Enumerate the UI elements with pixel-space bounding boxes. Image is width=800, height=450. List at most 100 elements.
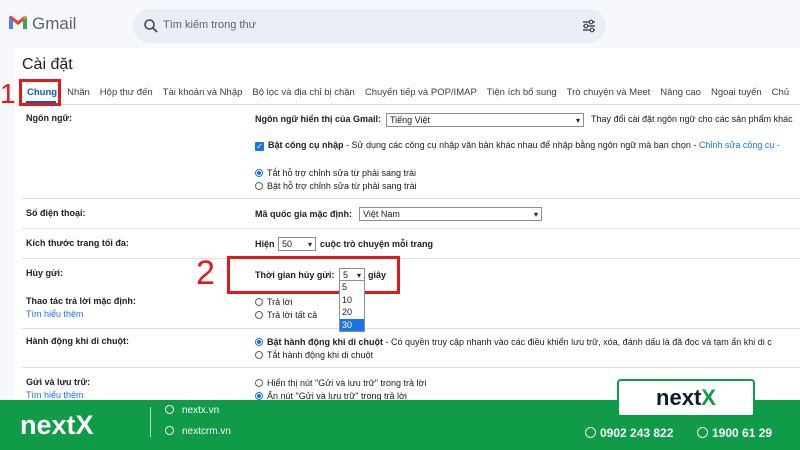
hover-enable-label: Bật hành động khi di chuột xyxy=(267,337,383,347)
send-archive-label: Gửi và lưu trữ: xyxy=(26,377,91,387)
display-language-value: Tiếng Việt xyxy=(390,115,431,125)
send-archive-show-radio[interactable] xyxy=(255,379,263,387)
tab-offline[interactable]: Ngoại tuyến xyxy=(706,84,767,102)
tab-themes[interactable]: Chủ xyxy=(767,84,794,102)
website-1[interactable]: nextx.vn xyxy=(165,405,219,416)
hover-disable-row[interactable]: Tắt hành động khi di chuột xyxy=(255,350,373,360)
chevron-down-icon: ▾ xyxy=(307,240,312,249)
rtl-off-radio[interactable] xyxy=(255,169,263,177)
support-icon xyxy=(697,427,708,438)
rtl-on-radio[interactable] xyxy=(255,182,263,190)
settings-tabs: Chung Nhãn Hộp thư đến Tài khoản và Nhập… xyxy=(22,84,794,102)
tab-advanced[interactable]: Nâng cao xyxy=(655,84,706,102)
tab-filters[interactable]: Bộ lọc và địa chỉ bị chặn xyxy=(247,84,359,102)
reply-all-label: Trả lời tất cả xyxy=(267,310,318,320)
dropdown-option[interactable]: 20 xyxy=(340,306,364,319)
phone-icon xyxy=(585,427,596,438)
website-2[interactable]: nextcrm.vn xyxy=(165,426,231,437)
tab-addons[interactable]: Tiện ích bổ sung xyxy=(482,84,562,102)
reply-radio[interactable] xyxy=(255,298,263,306)
tab-chat-meet[interactable]: Trò chuyện và Meet xyxy=(562,84,656,102)
input-tools-desc: - Sử dụng các công cụ nhập văn bản khác … xyxy=(343,140,699,150)
reply-default-label: Thao tác trả lời mặc định: xyxy=(26,296,136,306)
divider xyxy=(22,258,800,259)
logo-text-x: X xyxy=(701,385,716,410)
hover-enable-row[interactable]: Bật hành động khi di chuột - Có quyền tr… xyxy=(255,337,772,347)
undo-send-label: Hủy gửi: xyxy=(26,268,64,278)
tab-labels[interactable]: Nhãn xyxy=(62,84,95,102)
display-language-select[interactable]: Tiếng Việt ▾ xyxy=(386,113,584,127)
send-archive-hide-radio[interactable] xyxy=(255,392,263,400)
footer-brand: nextX xyxy=(20,410,94,440)
reply-label: Trả lời xyxy=(267,297,293,307)
page-size-label: Kích thước trang tối đa: xyxy=(26,238,129,248)
search-input[interactable]: Tìm kiếm trong thư xyxy=(163,19,256,31)
annotation-box-1 xyxy=(19,79,61,106)
divider xyxy=(22,328,800,329)
phone-1-text: 0902 243 822 xyxy=(600,426,674,440)
globe-icon xyxy=(165,426,174,435)
tab-inbox[interactable]: Hộp thư đến xyxy=(95,84,158,102)
chevron-down-icon: ▾ xyxy=(575,116,580,125)
hover-disable-radio[interactable] xyxy=(255,351,263,359)
annotation-number-1: 1 xyxy=(0,78,16,109)
hover-enable-radio[interactable] xyxy=(255,338,263,346)
search-icon[interactable] xyxy=(143,18,159,34)
page-title: Cài đặt xyxy=(22,56,73,73)
phone-1[interactable]: 0902 243 822 xyxy=(585,426,673,440)
country-code-value: Việt Nam xyxy=(363,209,400,219)
display-language-label: Ngôn ngữ hiển thị của Gmail: xyxy=(255,114,382,124)
country-code-label: Mã quốc gia mặc định: xyxy=(255,209,353,219)
phone-label: Số điện thoại: xyxy=(26,208,86,218)
divider xyxy=(22,198,800,199)
send-archive-show-label: Hiển thị nút "Gửi và lưu trữ" trong trả … xyxy=(267,378,427,388)
page-size-value: 50 xyxy=(282,239,293,249)
language-label: Ngôn ngữ: xyxy=(26,113,73,123)
logo-text-next: next xyxy=(656,385,702,410)
rtl-on-row[interactable]: Bật hỗ trợ chỉnh sửa từ phải sang trái xyxy=(255,181,417,191)
send-archive-show-row[interactable]: Hiển thị nút "Gửi và lưu trữ" trong trả … xyxy=(255,378,426,388)
website-1-text: nextx.vn xyxy=(182,405,220,416)
phone-2-text: 1900 61 29 xyxy=(712,426,773,440)
rtl-off-label: Tắt hỗ trợ chỉnh sửa từ phải sang trái xyxy=(267,168,417,178)
search-options-icon[interactable] xyxy=(581,18,597,34)
chevron-down-icon: ▾ xyxy=(533,210,538,219)
annotation-number-2: 2 xyxy=(196,254,215,292)
country-code-select[interactable]: Việt Nam ▾ xyxy=(359,207,542,221)
tab-forwarding[interactable]: Chuyển tiếp và POP/IMAP xyxy=(360,84,482,102)
reply-learn-more-link[interactable]: Tìm hiểu thêm xyxy=(26,309,84,319)
input-tools-label: Bật công cụ nhập xyxy=(268,140,344,150)
page-size-select[interactable]: 50 ▾ xyxy=(278,237,316,251)
tab-accounts[interactable]: Tài khoản và Nhập xyxy=(158,84,248,102)
search-bar[interactable]: Tìm kiếm trong thư xyxy=(133,9,606,43)
edit-tools-link[interactable]: Chỉnh sửa công cụ - xyxy=(699,140,780,150)
hover-actions-label: Hành động khi di chuột: xyxy=(26,336,129,346)
footer-divider xyxy=(150,407,151,437)
page-size-show-label: Hiện xyxy=(255,239,275,249)
hover-enable-desc: - Có quyền truy cập nhanh vào các điều k… xyxy=(383,337,772,347)
nextx-logo: nextX xyxy=(617,379,755,417)
app-name: Gmail xyxy=(32,14,77,33)
phone-2[interactable]: 1900 61 29 xyxy=(697,426,772,440)
undo-period-dropdown[interactable]: 5 10 20 30 xyxy=(339,280,365,332)
change-language-link[interactable]: Thay đổi cài đặt ngôn ngữ cho các sản ph… xyxy=(591,114,793,124)
dropdown-option-highlighted[interactable]: 30 xyxy=(340,318,364,331)
input-tools-row: ✓ Bật công cụ nhập - Sử dụng các công cụ … xyxy=(255,140,780,151)
divider xyxy=(22,228,800,229)
website-2-text: nextcrm.vn xyxy=(182,426,231,437)
reply-all-radio[interactable] xyxy=(255,311,263,319)
hover-disable-label: Tắt hành động khi di chuột xyxy=(267,350,374,360)
dropdown-option[interactable]: 10 xyxy=(340,294,364,307)
tabs-divider xyxy=(22,104,800,105)
gmail-logo-icon[interactable] xyxy=(8,14,28,30)
send-archive-learn-more-link[interactable]: Tìm hiểu thêm xyxy=(26,390,84,400)
globe-icon xyxy=(165,405,174,414)
reply-all-row[interactable]: Trả lời tất cả xyxy=(255,310,317,320)
dropdown-option[interactable]: 5 xyxy=(340,281,364,294)
reply-row[interactable]: Trả lời xyxy=(255,297,293,307)
rtl-off-row[interactable]: Tắt hỗ trợ chỉnh sửa từ phải sang trái xyxy=(255,168,416,178)
input-tools-checkbox[interactable]: ✓ xyxy=(255,142,264,151)
rtl-on-label: Bật hỗ trợ chỉnh sửa từ phải sang trái xyxy=(267,181,417,191)
divider xyxy=(22,367,800,368)
page-size-suffix: cuộc trò chuyện mỗi trang xyxy=(320,239,434,249)
